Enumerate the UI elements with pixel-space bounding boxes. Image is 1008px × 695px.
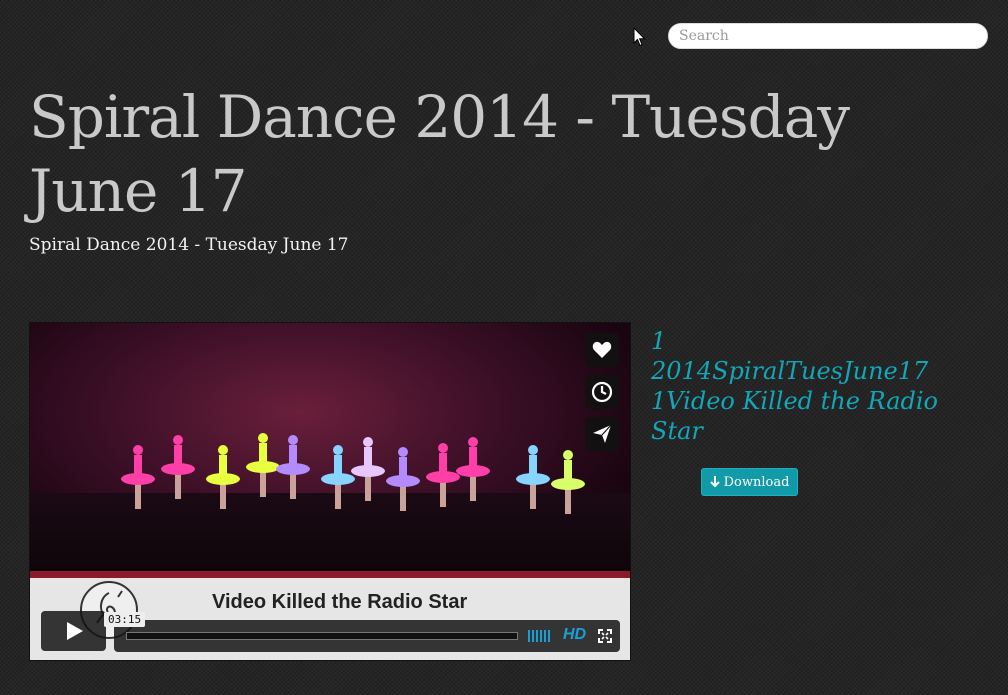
video-player[interactable]: Video Killed the Radio Star HD 03:15 xyxy=(29,322,631,661)
watch-later-button[interactable] xyxy=(585,375,619,409)
download-button[interactable]: Download xyxy=(701,468,798,496)
dancer xyxy=(120,445,156,515)
progress-bar[interactable] xyxy=(126,632,518,640)
search-input[interactable] xyxy=(669,24,987,48)
play-button[interactable] xyxy=(41,611,106,651)
heart-icon xyxy=(592,341,612,358)
fullscreen-icon[interactable] xyxy=(598,629,612,643)
download-label: Download xyxy=(723,474,790,490)
hd-toggle[interactable]: HD xyxy=(563,626,586,644)
dancer xyxy=(350,437,386,507)
dancer xyxy=(550,450,586,520)
video-title-link[interactable]: 1 2014SpiralTuesJune17 1Video Killed the… xyxy=(651,326,951,446)
video-frame[interactable] xyxy=(30,323,630,578)
player-controls: HD xyxy=(114,620,620,652)
video-caption-text: Video Killed the Radio Star xyxy=(212,591,468,613)
dancer xyxy=(455,437,491,507)
search-box[interactable] xyxy=(668,23,988,49)
dancer xyxy=(160,435,196,505)
mouse-cursor-icon xyxy=(633,27,646,47)
dancer xyxy=(205,445,241,515)
current-time: 03:15 xyxy=(104,612,146,627)
stage-edge xyxy=(30,571,630,578)
page-subtitle: Spiral Dance 2014 - Tuesday June 17 xyxy=(29,235,349,255)
send-icon xyxy=(593,424,612,443)
like-button[interactable] xyxy=(585,333,619,367)
arrow-down-icon xyxy=(709,476,720,488)
volume-icon[interactable] xyxy=(528,630,552,642)
dancer xyxy=(275,435,311,505)
page-title: Spiral Dance 2014 - Tuesday June 17 xyxy=(29,83,850,225)
share-button[interactable] xyxy=(585,417,619,451)
dancer xyxy=(515,445,551,515)
clock-icon xyxy=(591,381,613,403)
dancer xyxy=(385,447,421,517)
